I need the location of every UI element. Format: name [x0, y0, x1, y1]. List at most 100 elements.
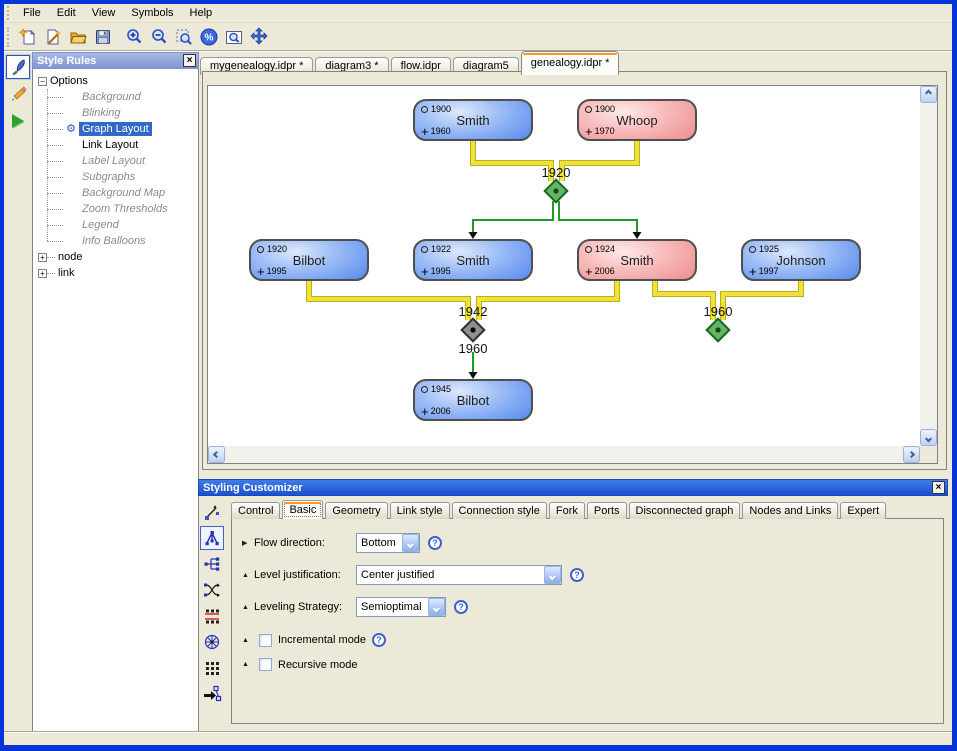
style-rules-close-icon[interactable]: × — [183, 54, 196, 67]
menu-view[interactable]: View — [84, 5, 124, 21]
help-icon[interactable]: ? — [372, 633, 386, 647]
toolbar-grip[interactable] — [7, 27, 12, 48]
tree-item-graph-layout[interactable]: ⚙Graph Layout — [47, 121, 198, 137]
scroll-up-icon[interactable] — [920, 86, 937, 103]
tree-item-background[interactable]: Background — [47, 89, 198, 105]
scroll-left-icon[interactable] — [208, 446, 225, 463]
tab-connection-style[interactable]: Connection style — [452, 502, 547, 519]
tab-ports[interactable]: Ports — [587, 502, 627, 519]
tree-item-label: Background Map — [79, 186, 168, 200]
expander-triangle-icon[interactable]: ▲ — [242, 637, 254, 644]
open-icon[interactable] — [66, 26, 89, 48]
style-brush-icon[interactable] — [6, 55, 30, 79]
tab-basic[interactable]: Basic — [282, 500, 323, 519]
menu-file[interactable]: File — [15, 5, 49, 21]
recursive-mode-checkbox[interactable] — [259, 658, 272, 671]
scroll-right-icon[interactable] — [903, 446, 920, 463]
pan-icon[interactable] — [247, 26, 270, 48]
chevron-down-icon[interactable] — [428, 598, 445, 616]
person-node-smith-1900[interactable]: 1900Smith+1960 — [413, 99, 533, 141]
styling-pencil-icon[interactable] — [200, 500, 224, 524]
tab-expert[interactable]: Expert — [840, 502, 886, 519]
horizontal-scrollbar[interactable] — [208, 446, 920, 463]
person-node-smith-1924[interactable]: 1924Smith+2006 — [577, 239, 697, 281]
level-justification-select[interactable]: Center justified — [356, 565, 562, 585]
diagram-wizard-icon[interactable] — [41, 26, 64, 48]
collapse-icon[interactable]: − — [38, 77, 47, 86]
expander-triangle-icon[interactable]: ▲ — [242, 604, 254, 611]
marriage-link[interactable] — [479, 280, 617, 320]
tree-layout-icon[interactable] — [200, 526, 224, 550]
circular-layout-icon[interactable] — [200, 630, 224, 654]
bus-layout-icon[interactable] — [200, 604, 224, 628]
new-document-icon[interactable] — [16, 26, 39, 48]
doc-tab-genealogy-idpr[interactable]: genealogy.idpr * — [521, 51, 620, 75]
tab-nodes-and-links[interactable]: Nodes and Links — [742, 502, 838, 519]
tree-item-blinking[interactable]: Blinking — [47, 105, 198, 121]
tab-disconnected-graph[interactable]: Disconnected graph — [629, 502, 741, 519]
person-node-whoop-1900[interactable]: 1900Whoop+1970 — [577, 99, 697, 141]
marriage-link[interactable] — [723, 280, 801, 320]
edit-pencil-icon[interactable] — [6, 82, 30, 106]
person-node-bilbot-1920[interactable]: 1920Bilbot+1995 — [249, 239, 369, 281]
tree-item-info-balloons[interactable]: Info Balloons — [47, 233, 198, 249]
chevron-down-icon[interactable] — [544, 566, 561, 584]
tree-item-label-layout[interactable]: Label Layout — [47, 153, 198, 169]
incremental-mode-checkbox[interactable] — [259, 634, 272, 647]
expander-triangle-icon[interactable]: ▲ — [242, 572, 254, 579]
run-icon[interactable] — [6, 109, 30, 133]
marriage-diamond[interactable] — [545, 180, 568, 203]
child-link[interactable] — [559, 201, 637, 233]
menu-edit[interactable]: Edit — [49, 5, 84, 21]
tab-link-style[interactable]: Link style — [390, 502, 450, 519]
tree-item-legend[interactable]: Legend — [47, 217, 198, 233]
styling-customizer-close-icon[interactable]: × — [932, 481, 945, 494]
genealogy-canvas[interactable]: 1920194219601960 1900Smith+19601900Whoop… — [208, 86, 920, 446]
menu-symbols[interactable]: Symbols — [123, 5, 181, 21]
tree-item-zoom-thresholds[interactable]: Zoom Thresholds — [47, 201, 198, 217]
tree-item-link[interactable]: +link — [38, 265, 198, 281]
tree-item-background-map[interactable]: Background Map — [47, 185, 198, 201]
help-icon[interactable]: ? — [454, 600, 468, 614]
scroll-down-icon[interactable] — [920, 429, 937, 446]
expander-triangle-icon[interactable]: ▲ — [242, 661, 254, 668]
tab-control[interactable]: Control — [231, 502, 280, 519]
person-node-smith-1922[interactable]: 1922Smith+1995 — [413, 239, 533, 281]
flow-direction-select[interactable]: Bottom — [356, 533, 420, 553]
gear-icon: ⚙ — [63, 123, 79, 135]
save-icon[interactable] — [91, 26, 114, 48]
tree-item-node[interactable]: + node — [38, 249, 198, 265]
menu-help[interactable]: Help — [182, 5, 221, 21]
random-layout-icon[interactable] — [200, 682, 224, 706]
tree-item-link-layout[interactable]: Link Layout — [47, 137, 198, 153]
hierarchical-layout-icon[interactable] — [200, 552, 224, 576]
zoom-out-icon[interactable] — [147, 26, 170, 48]
tree-item-subgraphs[interactable]: Subgraphs — [47, 169, 198, 185]
help-icon[interactable]: ? — [428, 536, 442, 550]
person-node-johnson-1925[interactable]: 1925Johnson+1997 — [741, 239, 861, 281]
leveling-strategy-select[interactable]: Semioptimal — [356, 597, 446, 617]
expand-icon[interactable]: + — [38, 253, 47, 262]
tab-geometry[interactable]: Geometry — [325, 502, 387, 519]
person-node-bilbot-1945[interactable]: 1945Bilbot+2006 — [413, 379, 533, 421]
zoom-percent-icon[interactable]: % — [197, 26, 220, 48]
zoom-window-icon[interactable] — [172, 26, 195, 48]
tree-item-options[interactable]: −Options — [38, 73, 198, 89]
marriage-diamond[interactable] — [707, 319, 730, 342]
expander-triangle-icon[interactable]: ▶ — [242, 539, 254, 547]
child-link[interactable] — [473, 201, 553, 233]
vertical-scrollbar[interactable] — [920, 86, 937, 446]
chevron-down-icon[interactable] — [402, 534, 419, 552]
tab-fork[interactable]: Fork — [549, 502, 585, 519]
menu-grip[interactable] — [7, 6, 12, 20]
help-icon[interactable]: ? — [570, 568, 584, 582]
birth-icon — [421, 106, 428, 113]
fit-to-window-icon[interactable] — [222, 26, 245, 48]
link-layout-icon[interactable] — [200, 578, 224, 602]
marriage-link[interactable] — [309, 280, 468, 320]
zoom-in-icon[interactable] — [122, 26, 145, 48]
grid-layout-icon[interactable] — [200, 656, 224, 680]
tree-item-label: node — [55, 250, 85, 264]
expand-icon[interactable]: + — [38, 269, 47, 278]
marriage-diamond[interactable] — [462, 319, 485, 342]
